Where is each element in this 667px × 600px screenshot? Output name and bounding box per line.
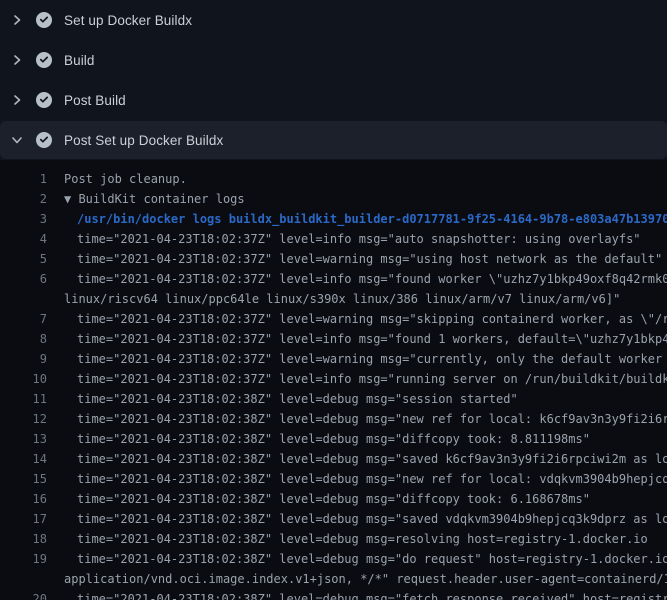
- log-line: 17time="2021-04-23T18:02:38Z" level=debu…: [0, 509, 667, 529]
- step-title: Post Build: [64, 93, 126, 108]
- line-number[interactable]: 1: [0, 169, 47, 189]
- line-number[interactable]: 8: [0, 329, 47, 349]
- chevron-right-icon: [11, 14, 23, 26]
- line-number[interactable]: 11: [0, 389, 47, 409]
- chevron-down-icon: [11, 134, 23, 146]
- line-number-empty: [0, 569, 47, 589]
- log-line: 7time="2021-04-23T18:02:37Z" level=warni…: [0, 309, 667, 329]
- step-header-post-set-up-docker-buildx[interactable]: Post Set up Docker Buildx: [0, 121, 667, 159]
- log-group-label[interactable]: BuildKit container logs: [78, 192, 244, 206]
- log-line: 20time="2021-04-23T18:02:38Z" level=debu…: [0, 589, 667, 600]
- line-number[interactable]: 7: [0, 309, 47, 329]
- log-text: time="2021-04-23T18:02:37Z" level=info m…: [47, 229, 667, 249]
- log-text: time="2021-04-23T18:02:38Z" level=debug …: [47, 529, 667, 549]
- log-text: Post job cleanup.: [47, 169, 667, 189]
- line-number[interactable]: 19: [0, 549, 47, 569]
- line-number[interactable]: 10: [0, 369, 47, 389]
- step-header-post-build[interactable]: Post Build: [0, 80, 667, 120]
- log-line: 9time="2021-04-23T18:02:37Z" level=warni…: [0, 349, 667, 369]
- log-text-continuation: linux/riscv64 linux/ppc64le linux/s390x …: [47, 289, 667, 309]
- log-line: 1Post job cleanup.: [0, 169, 667, 189]
- log-line: 8time="2021-04-23T18:02:37Z" level=info …: [0, 329, 667, 349]
- log-line: 15time="2021-04-23T18:02:38Z" level=debu…: [0, 469, 667, 489]
- step-header-set-up-docker-buildx[interactable]: Set up Docker Buildx: [0, 0, 667, 40]
- line-number[interactable]: 13: [0, 429, 47, 449]
- log-text: time="2021-04-23T18:02:38Z" level=debug …: [47, 449, 667, 469]
- step-title: Post Set up Docker Buildx: [64, 133, 223, 148]
- log-text: time="2021-04-23T18:02:38Z" level=debug …: [47, 589, 667, 600]
- log-text-continuation: application/vnd.oci.image.index.v1+json,…: [47, 569, 667, 589]
- log-text: time="2021-04-23T18:02:37Z" level=warnin…: [47, 309, 667, 329]
- log-text: time="2021-04-23T18:02:37Z" level=info m…: [47, 329, 667, 349]
- log-line-wrap: linux/riscv64 linux/ppc64le linux/s390x …: [0, 289, 667, 309]
- log-text: time="2021-04-23T18:02:38Z" level=debug …: [47, 429, 667, 449]
- log-line: 19time="2021-04-23T18:02:38Z" level=debu…: [0, 549, 667, 569]
- log-text: time="2021-04-23T18:02:37Z" level=info m…: [47, 269, 667, 289]
- check-circle-icon: [36, 12, 52, 28]
- log-line: 16time="2021-04-23T18:02:38Z" level=debu…: [0, 489, 667, 509]
- line-number[interactable]: 6: [0, 269, 47, 289]
- chevron-right-icon: [11, 94, 23, 106]
- log-lines: 1Post job cleanup.2▼ BuildKit container …: [0, 169, 667, 600]
- log-text: time="2021-04-23T18:02:38Z" level=debug …: [47, 549, 667, 569]
- log-text: time="2021-04-23T18:02:38Z" level=debug …: [47, 489, 667, 509]
- log-line: 11time="2021-04-23T18:02:38Z" level=debu…: [0, 389, 667, 409]
- line-number[interactable]: 14: [0, 449, 47, 469]
- log-line: 4time="2021-04-23T18:02:37Z" level=info …: [0, 229, 667, 249]
- actions-log-viewer: Set up Docker Buildx Build Post Build Po…: [0, 0, 667, 600]
- log-line: 18time="2021-04-23T18:02:38Z" level=debu…: [0, 529, 667, 549]
- line-number[interactable]: 17: [0, 509, 47, 529]
- step-title: Set up Docker Buildx: [64, 13, 192, 28]
- log-text: time="2021-04-23T18:02:38Z" level=debug …: [47, 409, 667, 429]
- line-number[interactable]: 15: [0, 469, 47, 489]
- step-title: Build: [64, 53, 95, 68]
- log-line: 12time="2021-04-23T18:02:38Z" level=debu…: [0, 409, 667, 429]
- log-text: time="2021-04-23T18:02:38Z" level=debug …: [47, 469, 667, 489]
- chevron-right-icon: [11, 54, 23, 66]
- log-line: 14time="2021-04-23T18:02:38Z" level=debu…: [0, 449, 667, 469]
- check-circle-icon: [36, 52, 52, 68]
- group-collapse-icon[interactable]: ▼: [64, 192, 78, 206]
- line-number[interactable]: 5: [0, 249, 47, 269]
- line-number-empty: [0, 289, 47, 309]
- step-log-panel: 1Post job cleanup.2▼ BuildKit container …: [0, 160, 667, 600]
- log-text: time="2021-04-23T18:02:37Z" level=info m…: [47, 369, 667, 389]
- log-command-text: /usr/bin/docker logs buildx_buildkit_bui…: [47, 209, 667, 229]
- log-text: time="2021-04-23T18:02:37Z" level=warnin…: [47, 249, 667, 269]
- line-number[interactable]: 9: [0, 349, 47, 369]
- line-number[interactable]: 4: [0, 229, 47, 249]
- line-number[interactable]: 18: [0, 529, 47, 549]
- line-number[interactable]: 3: [0, 209, 47, 229]
- check-circle-icon: [36, 92, 52, 108]
- line-number[interactable]: 2: [0, 189, 47, 209]
- log-line: 5time="2021-04-23T18:02:37Z" level=warni…: [0, 249, 667, 269]
- check-circle-icon: [36, 132, 52, 148]
- line-number[interactable]: 12: [0, 409, 47, 429]
- log-group-line[interactable]: ▼ BuildKit container logs: [47, 189, 667, 209]
- line-number[interactable]: 20: [0, 589, 47, 600]
- log-line: 2▼ BuildKit container logs: [0, 189, 667, 209]
- log-line: 10time="2021-04-23T18:02:37Z" level=info…: [0, 369, 667, 389]
- log-text: time="2021-04-23T18:02:38Z" level=debug …: [47, 389, 667, 409]
- log-text: time="2021-04-23T18:02:38Z" level=debug …: [47, 509, 667, 529]
- log-line: 6time="2021-04-23T18:02:37Z" level=info …: [0, 269, 667, 289]
- log-line: 3/usr/bin/docker logs buildx_buildkit_bu…: [0, 209, 667, 229]
- log-line: 13time="2021-04-23T18:02:38Z" level=debu…: [0, 429, 667, 449]
- log-text: time="2021-04-23T18:02:37Z" level=warnin…: [47, 349, 667, 369]
- log-line-wrap: application/vnd.oci.image.index.v1+json,…: [0, 569, 667, 589]
- line-number[interactable]: 16: [0, 489, 47, 509]
- step-header-build[interactable]: Build: [0, 40, 667, 80]
